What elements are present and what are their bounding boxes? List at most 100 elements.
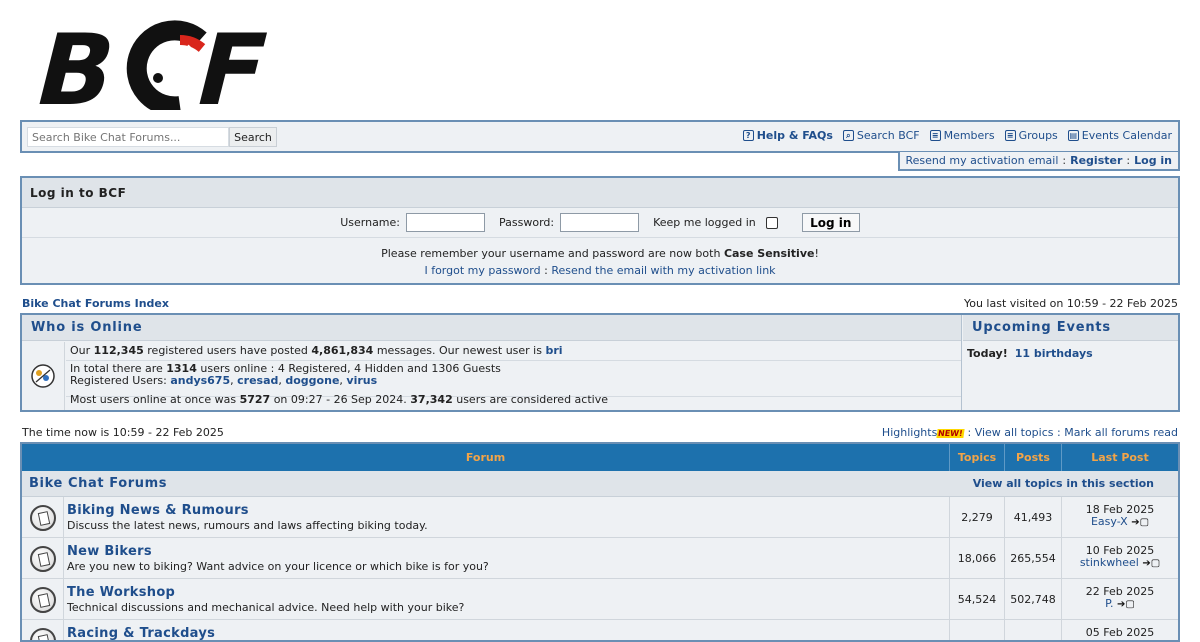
nav-links: ? Help & FAQs ⌕ Search BCF ≡ Members ≡ G…: [743, 129, 1172, 142]
go-to-last-post-icon[interactable]: ➔▢: [1131, 517, 1149, 528]
nav-search[interactable]: ⌕ Search BCF: [843, 129, 920, 142]
last-visit: You last visited on 10:59 - 22 Feb 2025: [964, 297, 1178, 310]
nav-members[interactable]: ≡ Members: [930, 129, 995, 142]
registered-users-label: Registered Users:: [70, 374, 167, 387]
text: Our: [70, 344, 90, 357]
text: registered users have posted: [147, 344, 308, 357]
mark-forums-read-link[interactable]: Mark all forums read: [1064, 426, 1178, 439]
forgot-password-link[interactable]: I forgot my password: [424, 264, 540, 277]
section-title[interactable]: Bike Chat Forums: [29, 476, 167, 491]
last-post-date: 05 Feb 2025: [1062, 627, 1178, 639]
forum-topics: 54,524: [950, 579, 1005, 620]
bcf-logo[interactable]: B F: [30, 18, 290, 110]
go-to-last-post-icon[interactable]: ➔▢: [1142, 558, 1160, 569]
newest-user-link[interactable]: bri: [545, 344, 562, 357]
new-badge: NEW!: [937, 429, 965, 438]
col-forum: Forum: [22, 444, 950, 471]
breadcrumb[interactable]: Bike Chat Forums Index: [22, 297, 169, 310]
login-button[interactable]: Log in: [802, 213, 860, 232]
section-view-all-link[interactable]: View all topics in this section: [973, 477, 1154, 490]
topic-links: HighlightsNEW! : View all topics : Mark …: [882, 426, 1178, 439]
events-today: Today! 11 birthdays: [963, 341, 1178, 366]
who-is-online-panel: Who is Online Our 112,345 registered use…: [20, 313, 1180, 412]
separator: :: [544, 264, 548, 277]
forum-read-icon: [30, 546, 56, 572]
nav-groups[interactable]: ≡ Groups: [1005, 129, 1058, 142]
help-icon: ?: [743, 130, 754, 141]
forum-row: The Workshop Technical discussions and m…: [22, 579, 1178, 620]
forum-name-link[interactable]: New Bikers: [67, 544, 946, 559]
online-user-link[interactable]: andys675: [170, 374, 230, 387]
forum-description: Technical discussions and mechanical adv…: [67, 601, 946, 614]
nav-help[interactable]: ? Help & FAQs: [743, 129, 833, 142]
section-header: Bike Chat Forums View all topics in this…: [22, 471, 1178, 497]
birthdays-link[interactable]: 11 birthdays: [1015, 347, 1093, 360]
highlights-link[interactable]: Highlights: [882, 426, 937, 439]
username-label: Username:: [340, 216, 400, 229]
last-post-user-link[interactable]: P.: [1105, 597, 1113, 610]
login-panel: Log in to BCF Username: Password: Keep m…: [20, 176, 1180, 285]
register-link[interactable]: Register: [1070, 154, 1122, 167]
search-input[interactable]: [27, 127, 229, 147]
forum-read-icon: [30, 505, 56, 531]
password-field[interactable]: [560, 213, 639, 232]
calendar-icon: ▤: [1068, 130, 1079, 141]
search-button[interactable]: Search: [229, 127, 277, 147]
last-post-date: 22 Feb 2025: [1062, 586, 1178, 598]
separator: :: [967, 426, 971, 439]
groups-icon: ≡: [1005, 130, 1016, 141]
nav-calendar-label: Events Calendar: [1082, 129, 1172, 142]
resend-activation-link[interactable]: Resend my activation email: [906, 154, 1059, 167]
top-navbar: Search ? Help & FAQs ⌕ Search BCF ≡ Memb…: [20, 120, 1180, 153]
forum-row: Racing & Trackdays 05 Feb 2025: [22, 620, 1178, 642]
notice-bold: Case Sensitive: [724, 247, 815, 260]
nav-groups-label: Groups: [1019, 129, 1058, 142]
text: on 09:27 - 26 Sep 2024.: [274, 393, 407, 406]
login-form-row: Username: Password: Keep me logged in Lo…: [22, 208, 1178, 238]
forum-name-link[interactable]: Biking News & Rumours: [67, 503, 946, 518]
svg-text:B: B: [30, 18, 128, 110]
members-icon: ≡: [930, 130, 941, 141]
password-label: Password:: [499, 216, 554, 229]
forum-posts: 41,493: [1005, 497, 1062, 538]
active-count: 37,342: [410, 393, 452, 406]
col-last-post: Last Post: [1062, 444, 1178, 471]
users-count: 112,345: [94, 344, 144, 357]
nav-members-label: Members: [944, 129, 995, 142]
forum-description: Are you new to biking? Want advice on yo…: [67, 560, 946, 573]
view-all-topics-link[interactable]: View all topics: [975, 426, 1054, 439]
messages-count: 4,861,834: [311, 344, 373, 357]
today-label: Today!: [967, 347, 1008, 360]
search-icon: ⌕: [843, 130, 854, 141]
online-user-link[interactable]: virus: [346, 374, 377, 387]
online-user-link[interactable]: cresad: [237, 374, 278, 387]
forum-row: Biking News & Rumours Discuss the latest…: [22, 497, 1178, 538]
forum-name-link[interactable]: Racing & Trackdays: [67, 626, 946, 641]
forum-description: Discuss the latest news, rumours and law…: [67, 519, 946, 532]
resend-email-link[interactable]: Resend the email with my activation link: [551, 264, 775, 277]
login-link[interactable]: Log in: [1134, 154, 1172, 167]
login-title: Log in to BCF: [22, 178, 1178, 208]
last-post-user-link[interactable]: Easy-X: [1091, 515, 1128, 528]
col-posts: Posts: [1005, 444, 1062, 471]
login-notice: Please remember your username and passwo…: [22, 238, 1178, 279]
forum-posts: 265,554: [1005, 538, 1062, 579]
forum-topics: 18,066: [950, 538, 1005, 579]
online-stats-icon: [22, 342, 65, 410]
online-user-link[interactable]: doggone: [285, 374, 339, 387]
text: Most users online at once was: [70, 393, 236, 406]
forum-name-link[interactable]: The Workshop: [67, 585, 946, 600]
text: users are considered active: [456, 393, 608, 406]
last-post-user-link[interactable]: stinkwheel: [1080, 556, 1139, 569]
account-links: Resend my activation email : Register : …: [898, 152, 1181, 171]
separator: :: [1062, 154, 1066, 167]
username-field[interactable]: [406, 213, 485, 232]
keep-logged-in-label: Keep me logged in: [653, 216, 756, 229]
max-users: 5727: [240, 393, 271, 406]
nav-calendar[interactable]: ▤ Events Calendar: [1068, 129, 1172, 142]
time-now: The time now is 10:59 - 22 Feb 2025: [22, 426, 224, 439]
go-to-last-post-icon[interactable]: ➔▢: [1117, 599, 1135, 610]
upcoming-events-title: Upcoming Events: [963, 315, 1178, 341]
keep-logged-in-checkbox[interactable]: [766, 217, 778, 229]
record-line: Most users online at once was 5727 on 09…: [66, 392, 961, 410]
